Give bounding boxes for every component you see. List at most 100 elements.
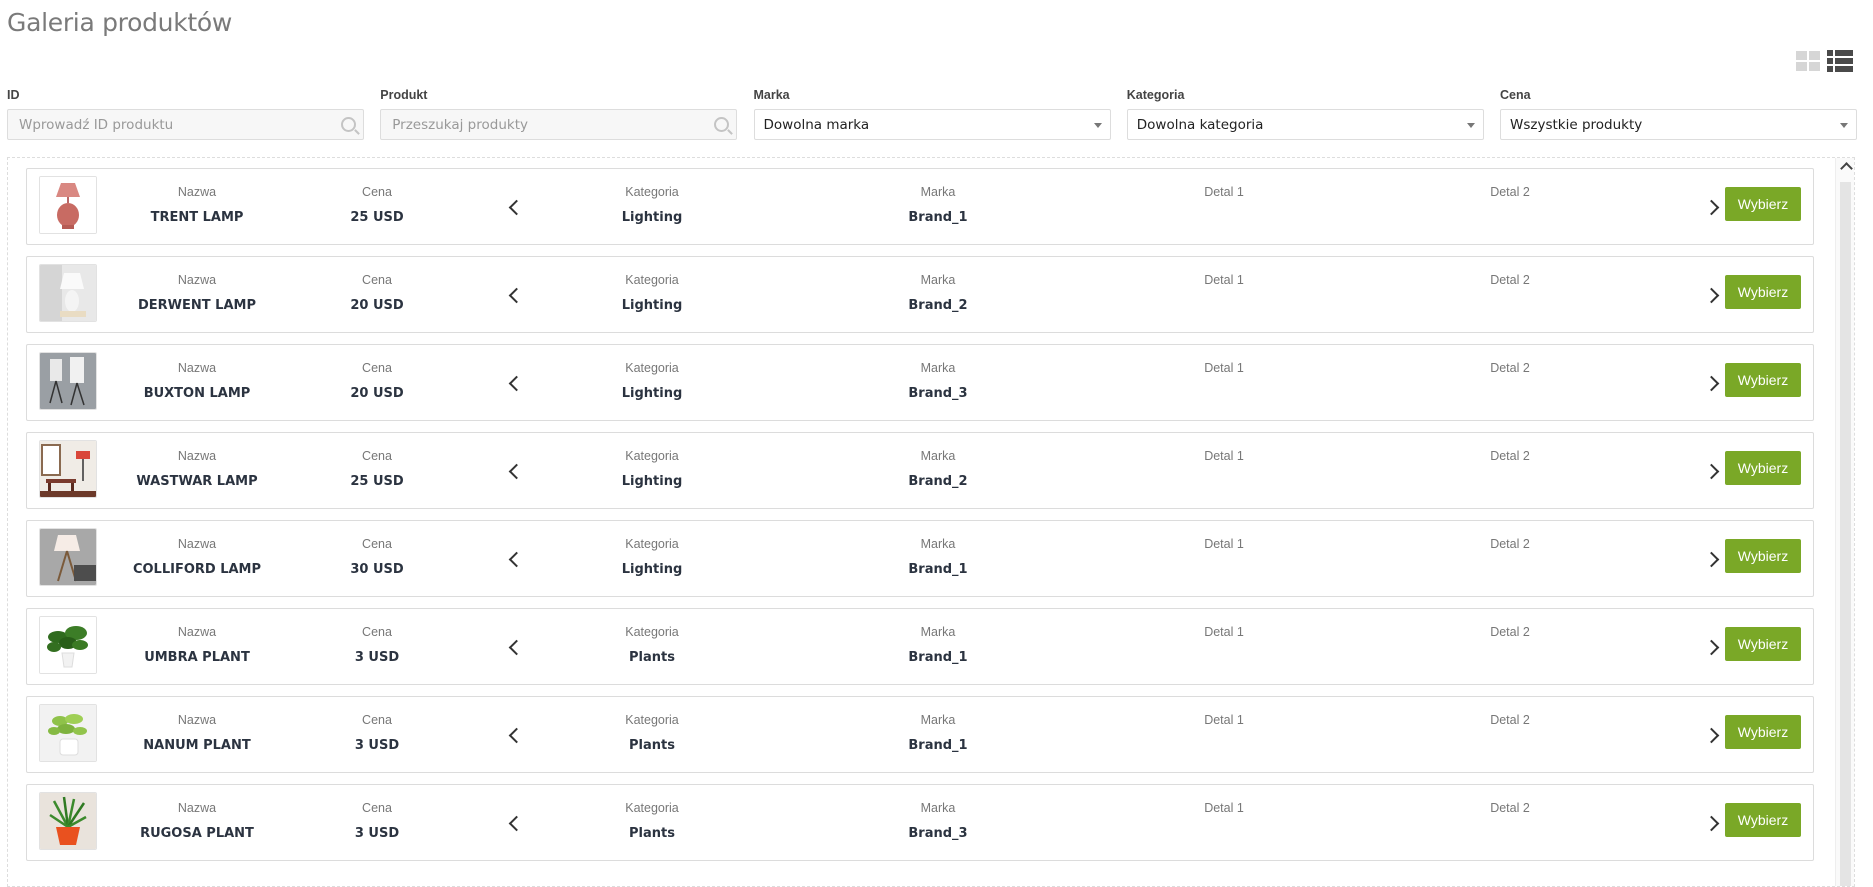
list-view-icon[interactable]: [1827, 50, 1853, 72]
chevron-right-icon[interactable]: [1703, 463, 1720, 480]
product-price-label: Cena: [362, 537, 392, 551]
product-name-cell: Nazwa RUGOSA PLANT: [122, 801, 272, 841]
product-brand-label: Marka: [920, 449, 956, 463]
chevron-left-icon[interactable]: [508, 551, 525, 568]
select-product-button[interactable]: Wybierz: [1725, 451, 1801, 485]
select-product-button[interactable]: Wybierz: [1725, 275, 1801, 309]
product-category-value: Lighting: [621, 210, 683, 225]
product-search-input[interactable]: Przeszukaj produkty: [380, 109, 738, 140]
scroll-up-icon[interactable]: [1840, 162, 1853, 175]
id-search-placeholder: Wprowadź ID produktu: [19, 116, 174, 133]
price-select[interactable]: Wszystkie produkty: [1500, 109, 1857, 140]
select-product-button[interactable]: Wybierz: [1725, 627, 1801, 661]
product-price-value: 3 USD: [354, 826, 400, 841]
product-price-cell: Cena 25 USD: [347, 449, 407, 489]
product-detail2-cell: Detal 2: [1465, 361, 1555, 386]
product-detail2-cell: Detal 2: [1465, 537, 1555, 562]
chevron-right-icon[interactable]: [1703, 287, 1720, 304]
product-detail1-label: Detal 1: [1204, 273, 1244, 287]
product-category-label: Kategoria: [625, 361, 679, 375]
brand-select[interactable]: Dowolna marka: [753, 109, 1111, 140]
product-brand-value: Brand_1: [908, 210, 968, 225]
product-detail1-label: Detal 1: [1204, 449, 1244, 463]
product-category-label: Kategoria: [625, 801, 679, 815]
grid-view-icon[interactable]: [1795, 50, 1821, 72]
product-price-value: 25 USD: [350, 474, 404, 489]
scrollbar-thumb[interactable]: [1840, 182, 1851, 886]
product-name-value: UMBRA PLANT: [144, 650, 250, 665]
filter-price-label: Cena: [1500, 88, 1531, 102]
product-detail2-cell: Detal 2: [1465, 185, 1555, 210]
product-detail1-label: Detal 1: [1204, 185, 1244, 199]
product-category-label: Kategoria: [625, 449, 679, 463]
select-product-button[interactable]: Wybierz: [1725, 715, 1801, 749]
category-select[interactable]: Dowolna kategoria: [1126, 109, 1484, 140]
chevron-left-icon[interactable]: [508, 727, 525, 744]
select-product-button[interactable]: Wybierz: [1725, 187, 1801, 221]
product-list: Nazwa TRENT LAMP Cena 25 USD Kategoria Lighti…: [7, 157, 1855, 887]
product-brand-label: Marka: [920, 625, 956, 639]
chevron-right-icon[interactable]: [1703, 815, 1720, 832]
filter-id: ID Wprowadź ID produktu: [7, 88, 364, 140]
product-brand-cell: Marka Brand_1: [893, 625, 983, 665]
product-category-label: Kategoria: [625, 273, 679, 287]
product-name-value: RUGOSA PLANT: [140, 826, 254, 841]
product-category-value: Plants: [629, 826, 675, 841]
chevron-right-icon[interactable]: [1703, 727, 1720, 744]
product-category-value: Lighting: [621, 298, 683, 313]
chevron-left-icon[interactable]: [508, 463, 525, 480]
product-brand-value: Brand_2: [908, 474, 968, 489]
filter-brand-label: Marka: [753, 88, 790, 102]
chevron-right-icon[interactable]: [1703, 199, 1720, 216]
product-detail1-cell: Detal 1: [1179, 273, 1269, 298]
product-name-cell: Nazwa BUXTON LAMP: [122, 361, 272, 401]
select-product-button[interactable]: Wybierz: [1725, 803, 1801, 837]
product-brand-value: Brand_1: [908, 738, 968, 753]
page-title: Galeria produktów: [7, 8, 233, 37]
product-name-label: Nazwa: [177, 625, 217, 639]
search-icon[interactable]: [714, 117, 730, 132]
product-category-cell: Kategoria Lighting: [607, 537, 697, 577]
product-brand-label: Marka: [920, 185, 956, 199]
product-category-value: Lighting: [621, 474, 683, 489]
search-icon[interactable]: [341, 117, 356, 132]
product-price-label: Cena: [362, 185, 392, 199]
product-brand-cell: Marka Brand_1: [893, 713, 983, 753]
product-brand-label: Marka: [920, 537, 956, 551]
product-price-value: 25 USD: [350, 210, 404, 225]
select-product-button[interactable]: Wybierz: [1725, 363, 1801, 397]
product-brand-cell: Marka Brand_1: [893, 537, 983, 577]
product-brand-cell: Marka Brand_2: [893, 449, 983, 489]
select-product-button[interactable]: Wybierz: [1725, 539, 1801, 573]
product-detail1-cell: Detal 1: [1179, 713, 1269, 738]
product-category-value: Lighting: [621, 386, 683, 401]
chevron-left-icon[interactable]: [508, 287, 525, 304]
product-brand-value: Brand_3: [908, 826, 968, 841]
chevron-left-icon[interactable]: [508, 815, 525, 832]
product-price-value: 20 USD: [350, 386, 404, 401]
id-search-input[interactable]: Wprowadź ID produktu: [7, 109, 364, 140]
product-thumbnail: [39, 440, 97, 498]
chevron-left-icon[interactable]: [508, 639, 525, 656]
product-detail2-label: Detal 2: [1490, 361, 1530, 375]
chevron-right-icon[interactable]: [1703, 639, 1720, 656]
product-name-label: Nazwa: [177, 185, 217, 199]
product-detail2-cell: Detal 2: [1465, 625, 1555, 650]
list-item: Nazwa RUGOSA PLANT Cena 3 USD Kategoria Plant…: [26, 784, 1814, 861]
chevron-right-icon[interactable]: [1703, 551, 1720, 568]
caret-down-icon: [1093, 123, 1102, 128]
product-detail1-label: Detal 1: [1204, 801, 1244, 815]
chevron-right-icon[interactable]: [1703, 375, 1720, 392]
product-price-value: 3 USD: [354, 650, 400, 665]
product-price-label: Cena: [362, 361, 392, 375]
product-category-label: Kategoria: [625, 713, 679, 727]
product-brand-value: Brand_3: [908, 386, 968, 401]
product-name-value: DERWENT LAMP: [138, 298, 256, 313]
scrollbar[interactable]: [1835, 158, 1854, 886]
product-category-cell: Kategoria Plants: [607, 713, 697, 753]
product-detail2-cell: Detal 2: [1465, 449, 1555, 474]
product-name-label: Nazwa: [177, 273, 217, 287]
chevron-left-icon[interactable]: [508, 199, 525, 216]
chevron-left-icon[interactable]: [508, 375, 525, 392]
product-category-cell: Kategoria Lighting: [607, 361, 697, 401]
